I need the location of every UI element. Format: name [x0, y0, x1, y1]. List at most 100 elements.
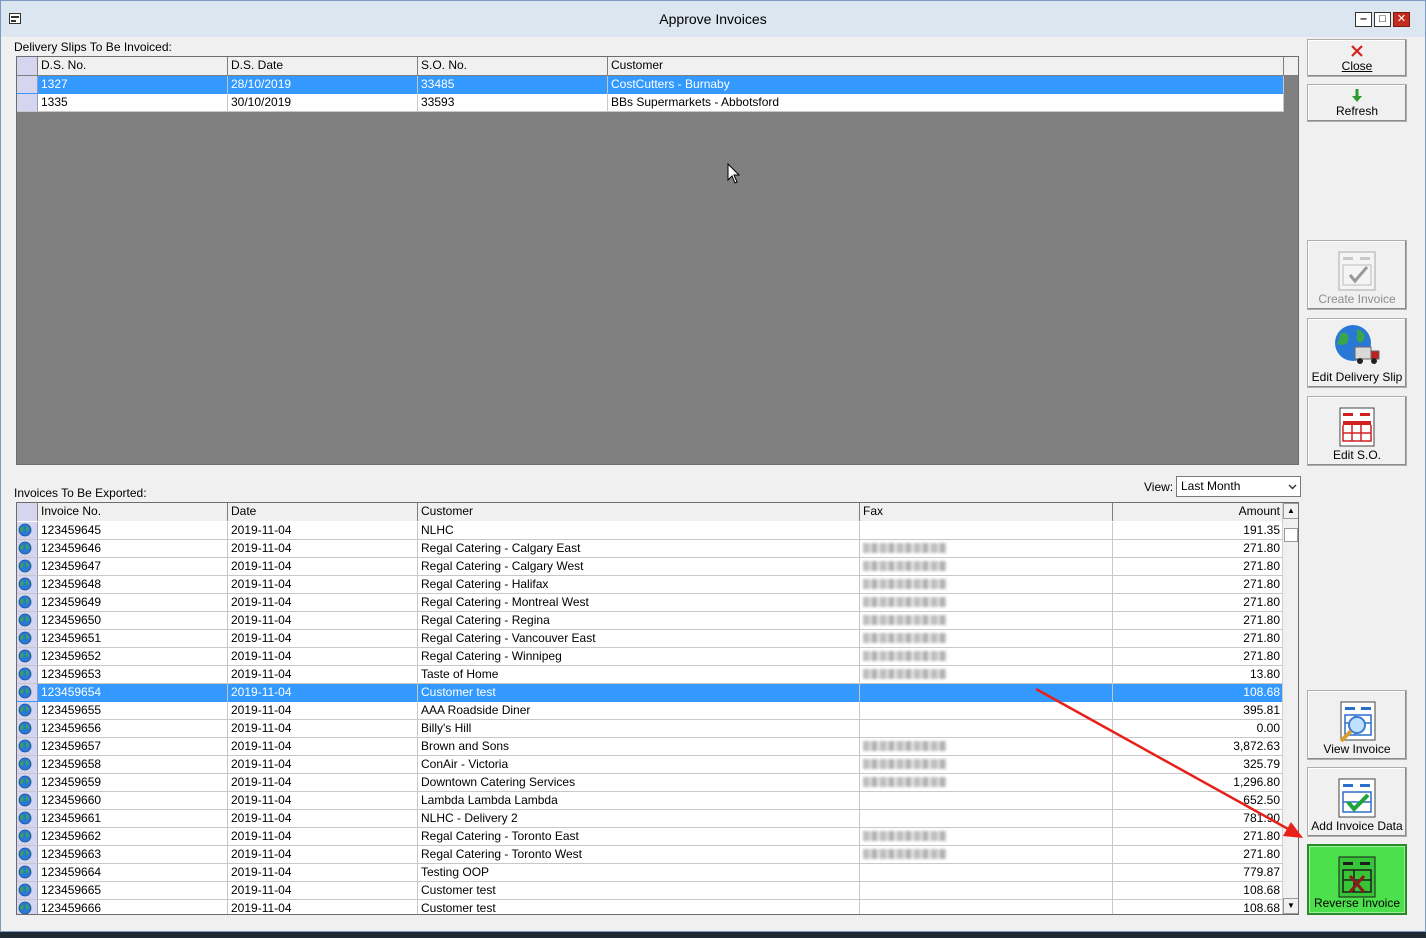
column-header-date[interactable]: Date	[228, 503, 418, 521]
invoice-row[interactable]: 123459656 2019-11-04 Billy's Hill 0.00	[17, 720, 1284, 738]
reverse-invoice-button[interactable]: Reverse Invoice	[1307, 844, 1407, 915]
cell-no: 123459654	[38, 684, 228, 702]
header-corner	[17, 57, 38, 75]
minimize-button[interactable]: ‒	[1355, 12, 1372, 27]
cell-date: 2019-11-04	[228, 810, 418, 828]
close-button[interactable]: Close	[1307, 39, 1407, 77]
redacted-fax	[863, 669, 947, 679]
cell-customer: Regal Catering - Calgary East	[418, 540, 860, 558]
scroll-up-icon[interactable]: ▲	[1283, 503, 1298, 519]
invoices-label: Invoices To Be Exported:	[14, 486, 147, 500]
redacted-fax	[863, 849, 947, 859]
column-header-customer[interactable]: Customer	[608, 57, 1284, 75]
invoice-row[interactable]: 123459665 2019-11-04 Customer test 108.68	[17, 882, 1284, 900]
cell-no: 123459662	[38, 828, 228, 846]
add-invoice-data-button[interactable]: Add Invoice Data	[1307, 767, 1407, 837]
delivery-slips-grid[interactable]: D.S. No. D.S. Date S.O. No. Customer 132…	[16, 56, 1299, 465]
cell-amount: 0.00	[1113, 720, 1284, 738]
globe-icon	[18, 901, 32, 914]
column-header-so-no[interactable]: S.O. No.	[418, 57, 608, 75]
maximize-button[interactable]: □	[1374, 12, 1391, 27]
invoice-row[interactable]: 123459652 2019-11-04 Regal Catering - Winn…	[17, 648, 1284, 666]
view-select[interactable]: Last Month	[1176, 476, 1301, 497]
scroll-down-icon[interactable]: ▼	[1283, 898, 1298, 914]
column-header-invoice-no[interactable]: Invoice No.	[38, 503, 228, 521]
invoice-row[interactable]: 123459659 2019-11-04 Downtown Catering Ser…	[17, 774, 1284, 792]
invoice-row[interactable]: 123459663 2019-11-04 Regal Catering - Toro…	[17, 846, 1284, 864]
cell-amount: 325.79	[1113, 756, 1284, 774]
invoices-scrollbar[interactable]: ▲ ▼	[1282, 503, 1298, 914]
refresh-button[interactable]: Refresh	[1307, 84, 1407, 122]
close-button-label: Close	[1341, 59, 1373, 73]
cell-amount: 271.80	[1113, 846, 1284, 864]
cell-fax	[860, 666, 1113, 684]
view-invoice-button[interactable]: View Invoice	[1307, 690, 1407, 760]
invoice-row[interactable]: 123459654 2019-11-04 Customer test 108.68	[17, 684, 1284, 702]
delivery-slip-row[interactable]: 1327 28/10/2019 33485 CostCutters - Burnaby	[17, 76, 1284, 94]
column-header-ds-date[interactable]: D.S. Date	[228, 57, 418, 75]
invoices-grid[interactable]: Invoice No. Date Customer Fax Amount 123…	[16, 502, 1299, 915]
globe-icon	[18, 541, 32, 555]
row-indicator	[17, 522, 38, 540]
invoice-row[interactable]: 123459658 2019-11-04 ConAir - Victoria 325.…	[17, 756, 1284, 774]
invoice-row[interactable]: 123459661 2019-11-04 NLHC - Delivery 2 781.…	[17, 810, 1284, 828]
invoice-row[interactable]: 123459664 2019-11-04 Testing OOP 779.87	[17, 864, 1284, 882]
cell-date: 2019-11-04	[228, 774, 418, 792]
cell-ds-date: 30/10/2019	[228, 94, 418, 112]
cell-fax	[860, 774, 1113, 792]
invoice-row[interactable]: 123459662 2019-11-04 Regal Catering - Toro…	[17, 828, 1284, 846]
column-header-ds-no[interactable]: D.S. No.	[38, 57, 228, 75]
invoice-row[interactable]: 123459660 2019-11-04 Lambda Lambda Lambda 6…	[17, 792, 1284, 810]
invoice-row[interactable]: 123459646 2019-11-04 Regal Catering - Calg…	[17, 540, 1284, 558]
column-header-amount[interactable]: Amount	[1113, 503, 1284, 521]
invoice-row[interactable]: 123459649 2019-11-04 Regal Catering - Mont…	[17, 594, 1284, 612]
edit-delivery-slip-button-label: Edit Delivery Slip	[1311, 370, 1403, 384]
invoice-row[interactable]: 123459648 2019-11-04 Regal Catering - Hali…	[17, 576, 1284, 594]
title-bar[interactable]: Approve Invoices ‒ □ ✕	[1, 1, 1425, 37]
column-header-customer[interactable]: Customer	[418, 503, 860, 521]
cell-fax	[860, 612, 1113, 630]
invoice-row[interactable]: 123459645 2019-11-04 NLHC 191.35	[17, 522, 1284, 540]
invoice-row[interactable]: 123459666 2019-11-04 Customer test 108.68	[17, 900, 1284, 914]
globe-icon	[18, 613, 32, 627]
cell-no: 123459664	[38, 864, 228, 882]
globe-icon	[18, 757, 32, 771]
invoice-row[interactable]: 123459651 2019-11-04 Regal Catering - Vanc…	[17, 630, 1284, 648]
scroll-thumb[interactable]	[1284, 528, 1298, 542]
cell-amount: 191.35	[1113, 522, 1284, 540]
cell-date: 2019-11-04	[228, 846, 418, 864]
cell-ds-no: 1335	[38, 94, 228, 112]
cell-date: 2019-11-04	[228, 522, 418, 540]
cell-fax	[860, 594, 1113, 612]
cell-date: 2019-11-04	[228, 864, 418, 882]
row-indicator	[17, 594, 38, 612]
column-header-fax[interactable]: Fax	[860, 503, 1113, 521]
create-invoice-button[interactable]: Create Invoice	[1307, 240, 1407, 310]
refresh-icon	[1352, 89, 1362, 102]
window-close-button[interactable]: ✕	[1393, 12, 1410, 27]
globe-truck-icon	[1335, 325, 1380, 364]
cell-no: 123459650	[38, 612, 228, 630]
row-indicator	[17, 810, 38, 828]
globe-icon	[18, 577, 32, 591]
redacted-fax	[863, 615, 947, 625]
cell-customer: CostCutters - Burnaby	[608, 76, 1284, 94]
cell-amount: 271.80	[1113, 576, 1284, 594]
row-indicator	[17, 630, 38, 648]
edit-so-button[interactable]: Edit S.O.	[1307, 396, 1407, 466]
delivery-slip-row[interactable]: 1335 30/10/2019 33593 BBs Supermarkets - Ab…	[17, 94, 1284, 112]
cell-customer: Regal Catering - Montreal West	[418, 594, 860, 612]
cell-amount: 652.50	[1113, 792, 1284, 810]
invoice-row[interactable]: 123459647 2019-11-04 Regal Catering - Calg…	[17, 558, 1284, 576]
edit-delivery-slip-button[interactable]: Edit Delivery Slip	[1307, 318, 1407, 388]
cell-fax	[860, 630, 1113, 648]
invoice-row[interactable]: 123459657 2019-11-04 Brown and Sons 3,872.6…	[17, 738, 1284, 756]
redacted-fax	[863, 561, 947, 571]
invoice-row[interactable]: 123459653 2019-11-04 Taste of Home 13.80	[17, 666, 1284, 684]
row-indicator	[17, 792, 38, 810]
cell-amount: 271.80	[1113, 648, 1284, 666]
cell-fax	[860, 720, 1113, 738]
invoice-row[interactable]: 123459650 2019-11-04 Regal Catering - Regi…	[17, 612, 1284, 630]
invoice-row[interactable]: 123459655 2019-11-04 AAA Roadside Diner 395…	[17, 702, 1284, 720]
globe-icon	[18, 865, 32, 879]
